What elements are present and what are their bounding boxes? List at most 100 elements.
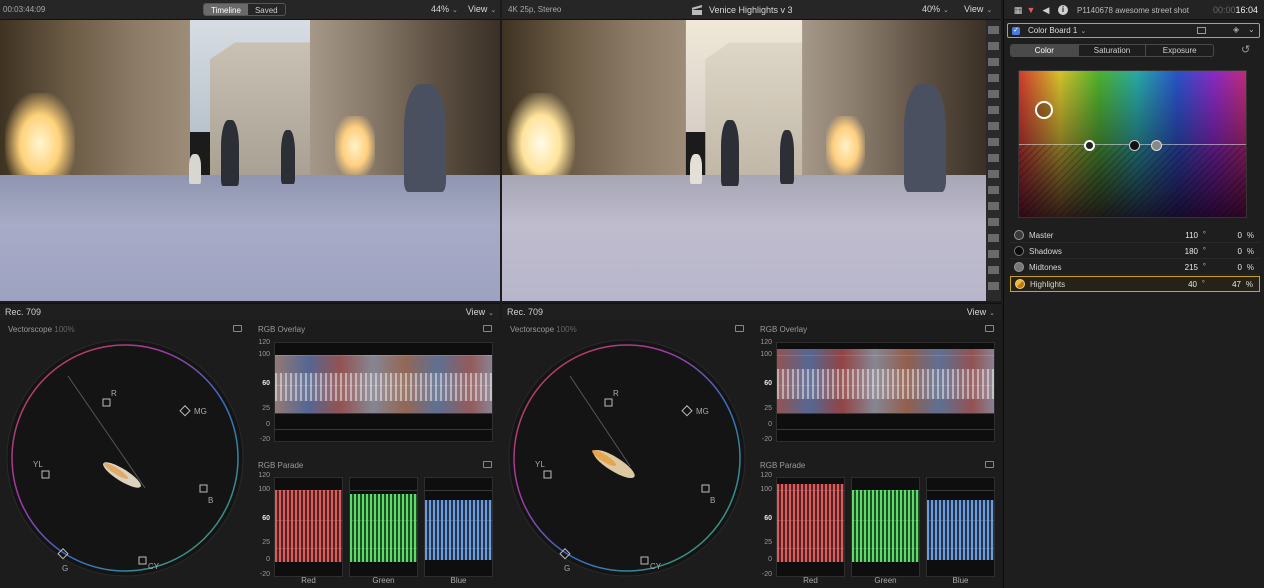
midtones-swatch-icon [1014,262,1024,272]
channel-label-green: Green [372,576,395,585]
parade-green [851,477,920,577]
highlights-puck[interactable] [1035,101,1053,119]
channel-label-red: Red [803,576,818,585]
color-board[interactable] [1018,70,1247,218]
row-angle[interactable]: 215 [1168,263,1198,272]
scope-settings-icon[interactable] [483,325,492,332]
row-value[interactable]: 47 [1217,280,1241,289]
midtones-puck[interactable] [1151,140,1162,151]
target-YL: YL [33,460,43,469]
scope-settings-icon[interactable] [735,325,744,332]
reset-icon[interactable]: ↺ [1241,43,1250,56]
vectorscope-label: Vectorscope [510,325,555,334]
parade-tick: 100 [258,486,270,493]
row-angle[interactable]: 40 [1167,280,1197,289]
vectorscope-percent: 100% [556,325,577,334]
parade-red [274,477,343,577]
checkbox[interactable]: ✓ [1012,27,1020,35]
audio-speaker-icon[interactable]: ◀ [1041,5,1051,15]
info-icon[interactable]: i [1058,5,1068,15]
tab-saturation[interactable]: Saturation [1077,45,1146,56]
right-viewer-toolbar: 4K 25p, Stereo Venice Highlights v 3 40%… [502,0,1001,20]
view-menu[interactable]: View ⌄ [468,4,496,14]
scope-view-menu[interactable]: View ⌄ [466,307,494,317]
clip-name: P1140678 awesome street shot [1077,6,1189,15]
target-MG: MG [696,407,709,416]
view-menu[interactable]: View ⌄ [964,4,992,14]
highlights-swatch-icon [1015,279,1025,289]
parade-tick: -20 [259,571,270,578]
chevron-down-icon: ⌄ [989,310,995,317]
pedestrian [690,154,702,184]
scope-view-menu[interactable]: View ⌄ [967,307,995,317]
row-unit: % [1245,280,1253,289]
viewer-right-image[interactable] [502,20,986,301]
viewer-left-image[interactable] [0,20,500,301]
film-icon[interactable]: ▦ [1013,5,1023,15]
zoom-menu[interactable]: 44% ⌄ [431,4,458,14]
duration-dim: 00:00 [1212,5,1236,15]
vectorscope-percent: 100% [54,325,75,334]
parade-tick: 60 [764,515,772,522]
zoom-menu[interactable]: 40% ⌄ [922,4,949,14]
parade-blue [424,477,493,577]
degree-symbol: ° [1202,262,1206,271]
row-unit: % [1246,231,1254,240]
param-row-midtones[interactable]: Midtones 215 ° 0 % [1010,260,1260,275]
pedestrian [281,130,295,184]
inspector-toolbar: ▦ ▼ ◀ i P1140678 awesome street shot 00:… [1004,0,1264,20]
shadows-puck[interactable] [1129,140,1140,151]
row-angle[interactable]: 180 [1168,247,1198,256]
color-board-tabs: Color Saturation Exposure [1010,44,1214,57]
timeline-segment[interactable]: Timeline [204,4,248,15]
wave-tick: -20 [761,436,772,443]
tab-color[interactable]: Color [1011,45,1078,56]
row-unit: % [1246,263,1254,272]
zoom-value: 40% [922,4,941,14]
rgb-overlay-waveform [776,342,995,442]
mask-icon[interactable] [1197,27,1206,34]
color-board-selector[interactable]: ✓ Color Board 1 ⌄ ◈ ⌄ [1007,23,1260,38]
row-value[interactable]: 0 [1218,231,1242,240]
pedestrian [404,84,446,192]
pedestrian [904,84,946,192]
scope-settings-icon[interactable] [985,325,994,332]
scope-settings-icon[interactable] [985,461,994,468]
colorspace-label: Rec. 709 [507,307,544,317]
clip-duration: 00:0016:04 [1213,5,1258,15]
param-row-master[interactable]: Master 110 ° 0 % [1010,228,1260,243]
chevron-down-icon: ⌄ [452,7,458,14]
right-scopes: Vectorscope 100% R MG YL B G CY RGB Over… [502,320,1001,588]
timeline-saved-toggle[interactable]: Timeline Saved [203,3,286,16]
chevron-down-icon: ⌄ [490,7,497,14]
saved-segment[interactable]: Saved [248,4,285,15]
tab-exposure[interactable]: Exposure [1145,45,1213,56]
colorspace-label: Rec. 709 [5,307,42,317]
color-prism-icon[interactable]: ▼ [1026,5,1036,15]
effect-name[interactable]: Color Board 1 ⌄ [1028,26,1086,35]
parade-tick: 0 [768,556,772,563]
chevron-down-icon: ⌄ [488,310,494,317]
row-angle[interactable]: 110 [1168,231,1198,240]
board-hatch [1019,144,1246,217]
param-row-shadows[interactable]: Shadows 180 ° 0 % [1010,244,1260,259]
wave-tick: -20 [259,436,270,443]
chevron-down-icon[interactable]: ⌄ [1248,25,1255,34]
parade-tick: 0 [266,556,270,563]
row-value[interactable]: 0 [1218,247,1242,256]
format-label: 4K 25p, Stereo [508,5,562,14]
scope-settings-icon[interactable] [233,325,242,332]
view-label: View [465,307,486,317]
target-CY: CY [650,562,662,571]
target-R: R [613,389,619,398]
param-row-highlights[interactable]: Highlights 40 ° 47 % [1010,276,1260,292]
keyframe-icon[interactable]: ◈ [1233,25,1239,34]
wave-tick: 120 [760,339,772,346]
row-value[interactable]: 0 [1218,263,1242,272]
pedestrian [780,130,794,184]
master-puck[interactable] [1084,140,1095,151]
wave-tick: 60 [764,380,772,387]
scope-settings-icon[interactable] [483,461,492,468]
master-swatch-icon [1014,230,1024,240]
parade-tick: 120 [760,472,772,479]
